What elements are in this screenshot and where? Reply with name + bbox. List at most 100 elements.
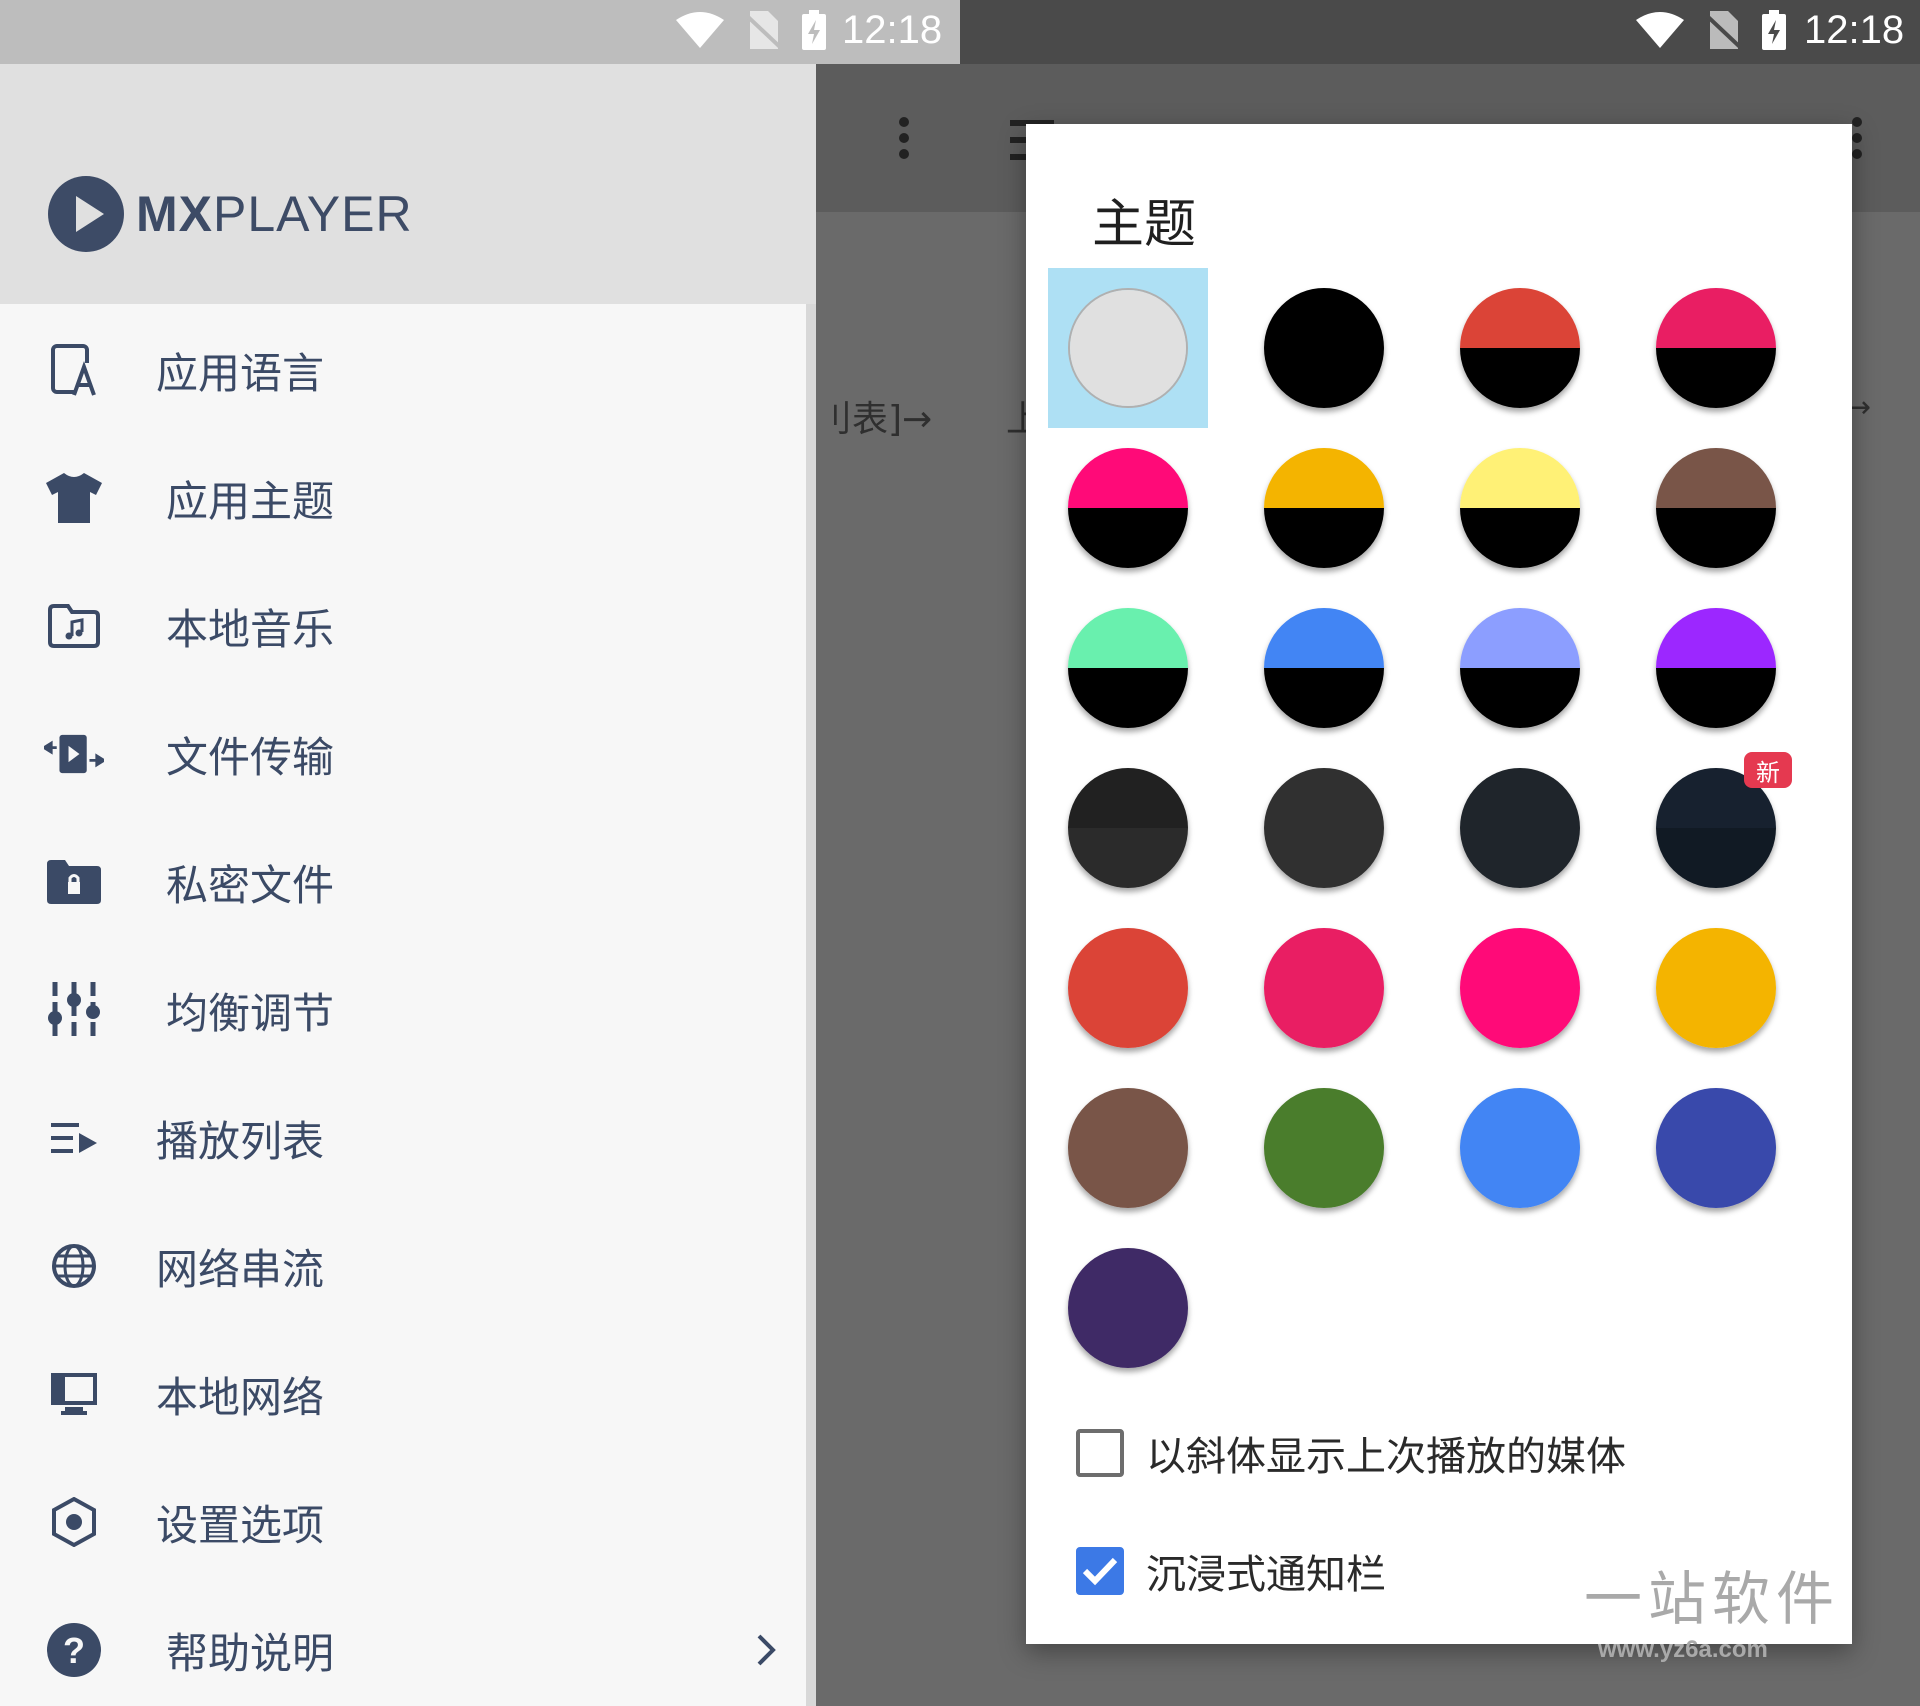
swatch-bottom-half xyxy=(1264,988,1384,1048)
menu-label: 应用主题 xyxy=(166,476,335,526)
status-bar-right: 12:18 xyxy=(960,0,1920,64)
swatch-bottom-half xyxy=(1068,988,1188,1048)
menu-item-app-language[interactable]: 应用语言 xyxy=(0,320,816,420)
swatch-bottom-half xyxy=(1656,988,1776,1048)
theme-swatch[interactable] xyxy=(1440,268,1600,428)
theme-swatch-circle xyxy=(1264,768,1384,888)
more-vert-icon xyxy=(899,117,909,159)
theme-swatch[interactable] xyxy=(1440,588,1600,748)
menu-label: 播放列表 xyxy=(156,1116,325,1166)
theme-swatch-circle xyxy=(1264,608,1384,728)
theme-swatch-circle xyxy=(1656,608,1776,728)
swatch-bottom-half xyxy=(1264,1148,1384,1208)
playlist-icon xyxy=(44,1108,104,1168)
theme-swatch[interactable] xyxy=(1048,268,1208,428)
status-time-right: 12:18 xyxy=(1804,8,1905,52)
menu-item-local-network[interactable]: 本地网络 xyxy=(0,1344,816,1444)
theme-swatch[interactable] xyxy=(1048,1068,1208,1228)
menu-label: 应用语言 xyxy=(156,348,325,398)
swatch-top-half xyxy=(1068,1248,1188,1308)
swatch-top-half xyxy=(1068,1088,1188,1148)
menu-label: 私密文件 xyxy=(166,860,335,910)
swatch-bottom-half xyxy=(1656,1148,1776,1208)
logo-player-text: PLAYER xyxy=(213,186,413,242)
swatch-bottom-half xyxy=(1068,508,1188,568)
screen: 刂表]→ 上 → 12:18 12:18 MX PLAYER 应用语言 应用主题… xyxy=(0,0,1920,1706)
theme-swatch[interactable] xyxy=(1244,428,1404,588)
theme-swatch-circle xyxy=(1264,288,1384,408)
wifi-icon xyxy=(676,12,724,48)
menu-label: 设置选项 xyxy=(156,1500,325,1550)
menu-item-private-files[interactable]: 私密文件 xyxy=(0,832,816,932)
theme-swatch-circle xyxy=(1068,928,1188,1048)
italic-checkbox[interactable] xyxy=(1076,1429,1124,1477)
option-immersive-statusbar[interactable]: 沉浸式通知栏 xyxy=(1076,1542,1386,1600)
theme-swatch[interactable] xyxy=(1636,588,1796,748)
dialog-title: 主题 xyxy=(1092,195,1197,255)
status-bar-left: 12:18 xyxy=(0,0,960,64)
menu-item-local-music[interactable]: 本地音乐 xyxy=(0,576,816,676)
theme-swatch[interactable] xyxy=(1636,268,1796,428)
app-language-icon xyxy=(44,340,104,400)
theme-swatch[interactable] xyxy=(1048,748,1208,908)
theme-swatch[interactable] xyxy=(1440,748,1600,908)
theme-swatch[interactable]: 新 xyxy=(1636,748,1796,908)
swatch-top-half xyxy=(1460,288,1580,348)
menu-item-app-theme[interactable]: 应用主题 xyxy=(0,448,816,548)
menu-item-settings[interactable]: 设置选项 xyxy=(0,1472,816,1572)
theme-swatch[interactable] xyxy=(1244,748,1404,908)
swatch-top-half xyxy=(1656,1088,1776,1148)
immersive-checkbox[interactable] xyxy=(1076,1547,1124,1595)
swatch-top-half xyxy=(1460,928,1580,988)
theme-swatch[interactable] xyxy=(1440,428,1600,588)
theme-swatch[interactable] xyxy=(1636,428,1796,588)
option-italic-last-played[interactable]: 以斜体显示上次播放的媒体 xyxy=(1076,1424,1626,1482)
swatch-bottom-half xyxy=(1068,1308,1188,1368)
swatch-bottom-half xyxy=(1460,828,1580,888)
theme-swatch[interactable] xyxy=(1244,588,1404,748)
logo-mx-text: MX xyxy=(136,186,213,242)
help-icon: ? xyxy=(44,1620,104,1680)
theme-swatch[interactable] xyxy=(1048,428,1208,588)
menu-item-network-stream[interactable]: 网络串流 xyxy=(0,1216,816,1316)
swatch-bottom-half xyxy=(1656,668,1776,728)
battery-charging-icon xyxy=(802,10,826,50)
swatch-bottom-half xyxy=(1656,348,1776,408)
no-sim-icon xyxy=(1706,11,1740,49)
theme-swatch[interactable] xyxy=(1048,908,1208,1068)
theme-swatch[interactable] xyxy=(1440,1068,1600,1228)
theme-swatch[interactable] xyxy=(1048,1228,1208,1388)
settings-icon xyxy=(44,1492,104,1552)
play-logo-icon xyxy=(48,176,124,252)
menu-item-file-transfer[interactable]: 文件传输 xyxy=(0,704,816,804)
swatch-top-half xyxy=(1656,448,1776,508)
theme-swatch[interactable] xyxy=(1048,588,1208,748)
watermark-name: 一站软件 xyxy=(1584,1565,1841,1633)
menu-item-playlist[interactable]: 播放列表 xyxy=(0,1088,816,1188)
theme-swatch[interactable] xyxy=(1244,1068,1404,1228)
theme-swatch-circle xyxy=(1068,288,1188,408)
theme-swatch-circle xyxy=(1264,1088,1384,1208)
svg-text:?: ? xyxy=(63,1630,85,1671)
swatch-bottom-half xyxy=(1460,348,1580,408)
theme-swatch[interactable] xyxy=(1244,268,1404,428)
immersive-option-label: 沉浸式通知栏 xyxy=(1146,1552,1386,1598)
check-icon xyxy=(1082,1557,1118,1586)
theme-swatch[interactable] xyxy=(1636,908,1796,1068)
theme-swatch-circle xyxy=(1068,1088,1188,1208)
theme-swatch[interactable] xyxy=(1244,908,1404,1068)
swatch-top-half xyxy=(1460,448,1580,508)
mx-player-logo: MX PLAYER xyxy=(48,176,413,252)
menu-item-equalizer[interactable]: 均衡调节 xyxy=(0,960,816,1060)
swatch-bottom-half xyxy=(1460,508,1580,568)
swatch-top-half xyxy=(1068,448,1188,508)
drawer-header: MX PLAYER xyxy=(0,64,816,304)
theme-swatch[interactable] xyxy=(1636,1068,1796,1228)
swatch-top-half xyxy=(1264,608,1384,668)
swatch-top-half xyxy=(1264,928,1384,988)
menu-label: 均衡调节 xyxy=(166,988,335,1038)
menu-item-help[interactable]: ? 帮助说明 xyxy=(0,1600,816,1700)
menu-label: 文件传输 xyxy=(166,732,335,782)
theme-swatch[interactable] xyxy=(1440,908,1600,1068)
no-sim-icon xyxy=(746,11,780,49)
